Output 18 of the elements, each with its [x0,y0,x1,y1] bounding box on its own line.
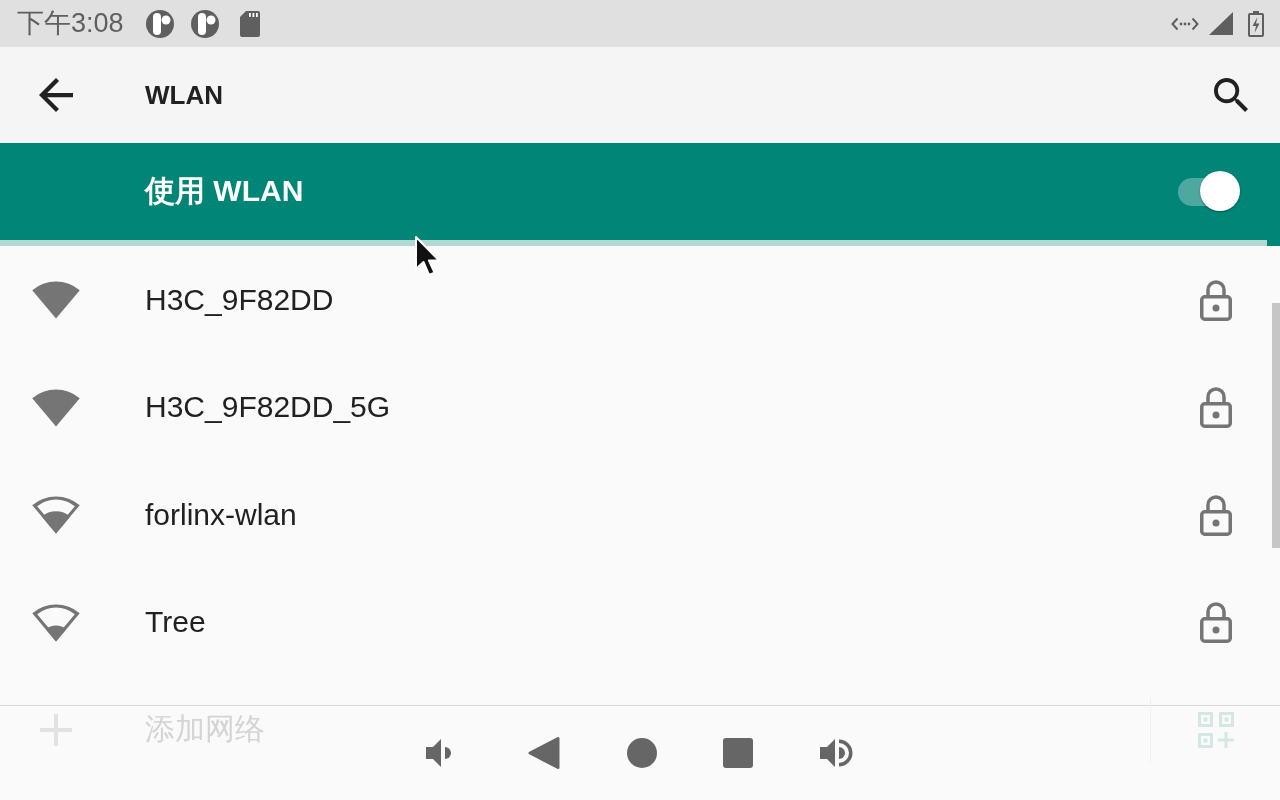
app-notification-icon [145,9,174,38]
home-circle-icon[interactable] [627,738,657,768]
page-title: WLAN [145,79,223,111]
cell-signal-icon [1209,12,1233,35]
back-arrow-icon[interactable] [39,78,73,112]
switch-label: 使用 WLAN [145,173,304,209]
network-name[interactable]: H3C_9F82DD_5G [145,390,391,425]
network-name[interactable]: Tree [145,605,206,640]
back-triangle-icon[interactable] [527,736,561,770]
battery-charging-icon [1248,10,1264,37]
plus-icon [40,713,72,746]
network-name[interactable]: forlinx-wlan [145,497,297,532]
sd-card-icon [239,10,260,37]
brackets-dots-icon [1171,16,1199,31]
search-icon[interactable] [1214,78,1248,112]
app-notification-icon [190,9,219,38]
network-name[interactable]: H3C_9F82DD [145,282,334,317]
status-time: 下午3:08 [17,10,124,37]
